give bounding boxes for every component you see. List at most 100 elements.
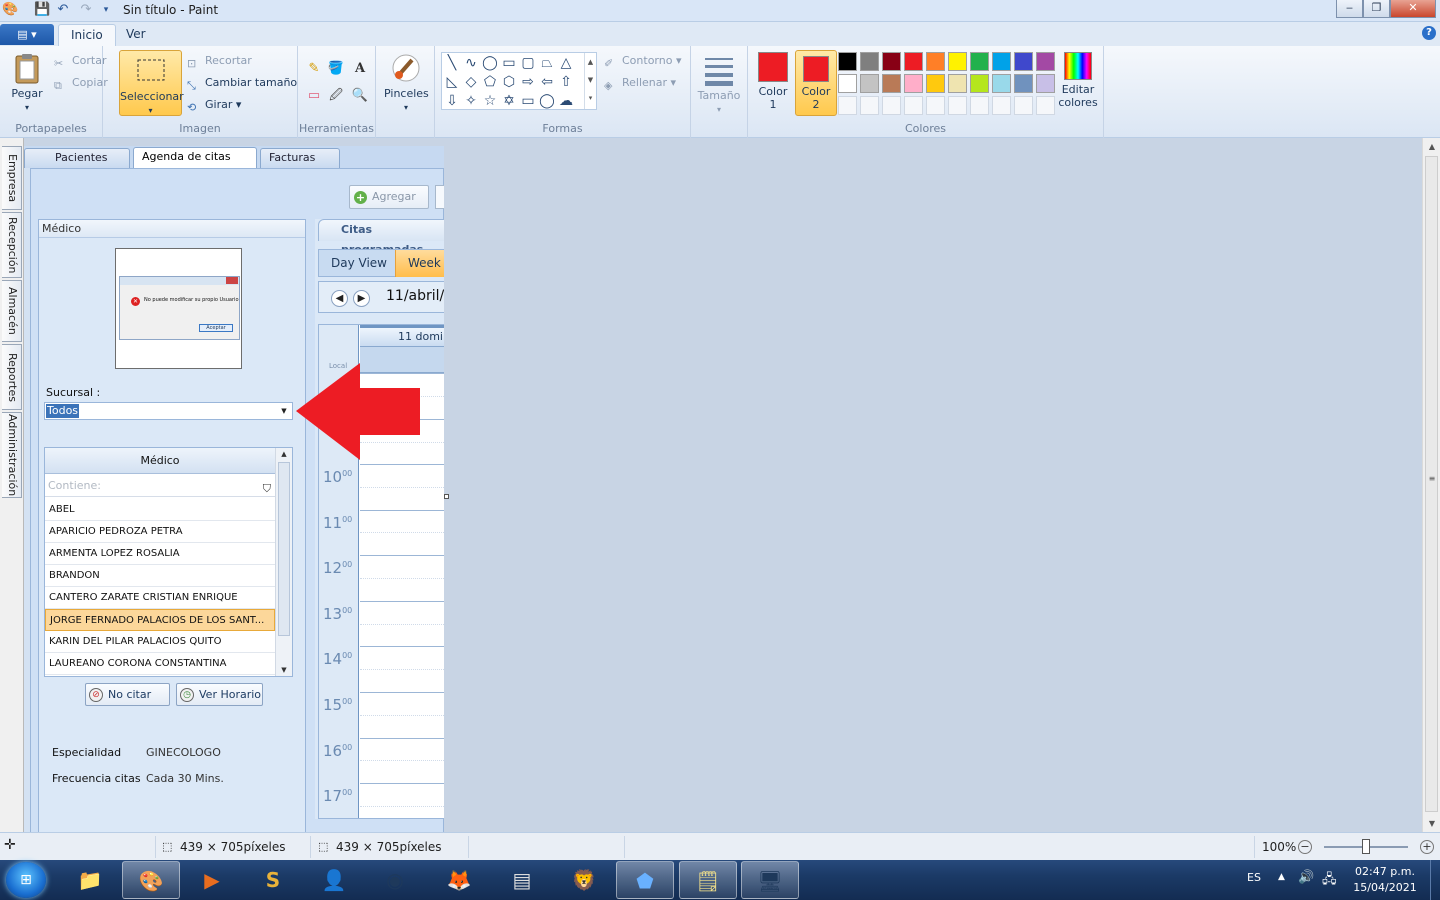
disk-tool-icon[interactable]: ▤ [493, 861, 551, 899]
side-tab-administracion[interactable]: Administración [2, 412, 22, 498]
grid-row[interactable]: LAUREANO CORONA CONSTANTINA [45, 653, 275, 675]
color1-button[interactable]: Color 1 [752, 50, 794, 116]
pasted-image[interactable]: Pacientes✕ Agenda de citas✕ Facturas✕ +A… [24, 146, 444, 833]
palette-swatch[interactable] [860, 96, 879, 115]
palette-swatch[interactable] [926, 74, 945, 93]
teamviewer-icon[interactable]: ⬟ [616, 861, 674, 899]
edit-colors-button[interactable]: Editar colores [1056, 52, 1100, 109]
color2-button[interactable]: Color 2 [795, 50, 837, 116]
grid-row[interactable]: ARMENTA LOPEZ ROSALIA [45, 543, 275, 565]
callout-rect-shape-icon[interactable]: ▭ [520, 93, 536, 109]
doc-tab-agenda[interactable]: Agenda de citas✕ [133, 147, 257, 181]
clock[interactable]: 02:47 p.m. 15/04/2021 [1350, 864, 1420, 896]
redo-icon[interactable]: ↷ [78, 2, 94, 18]
side-tab-reportes[interactable]: Reportes [2, 344, 22, 410]
rotate-button[interactable]: ⟲ Girar ▾ [187, 98, 241, 115]
palette-swatch[interactable] [904, 74, 923, 93]
brushes-button[interactable]: Pinceles ▾ [384, 52, 429, 113]
copy-button[interactable]: ⧉ Copiar [54, 76, 108, 93]
resize-button[interactable]: ⤡ Cambiar tamaño [187, 76, 297, 93]
filter-input[interactable]: Contiene: ⛉ [45, 475, 275, 497]
five-point-star-shape-icon[interactable]: ☆ [482, 93, 498, 109]
curve-shape-icon[interactable]: ∿ [463, 55, 479, 71]
right-arrow-shape-icon[interactable]: ⇨ [520, 74, 536, 90]
zoom-out-icon[interactable]: − [1298, 840, 1312, 854]
rectangle-shape-icon[interactable]: ▭ [501, 55, 517, 71]
grid-header[interactable]: Médico [45, 448, 275, 474]
callout-cloud-shape-icon[interactable]: ☁ [558, 93, 574, 109]
minimize-button[interactable]: ‒ [1336, 0, 1363, 18]
palette-swatch[interactable] [1014, 52, 1033, 71]
palette-swatch[interactable] [860, 52, 879, 71]
color-picker-icon[interactable]: 🖉 [326, 86, 346, 106]
chevron-down-icon[interactable]: ▼ [276, 403, 292, 419]
canvas-vertical-scrollbar[interactable]: ▲ ≡ ▼ [1422, 138, 1440, 832]
line-shape-icon[interactable]: ╲ [444, 55, 460, 71]
triangle-shape-icon[interactable]: △ [558, 55, 574, 71]
citas-tab[interactable]: Citas programadas [318, 219, 444, 256]
crop-button[interactable]: ⊡ Recortar [187, 54, 252, 71]
help-icon[interactable]: ? [1422, 26, 1436, 40]
palette-swatch[interactable] [970, 96, 989, 115]
pencil-icon[interactable]: ✎ [304, 59, 324, 79]
no-citar-button[interactable]: ⊘ No citar [85, 683, 170, 706]
palette-swatch[interactable] [838, 74, 857, 93]
palette-swatch[interactable] [882, 52, 901, 71]
palette-swatch[interactable] [1014, 96, 1033, 115]
show-hidden-icons-icon[interactable]: ▲ [1278, 872, 1285, 882]
palette-swatch[interactable] [1036, 96, 1055, 115]
chrome-icon[interactable]: ◉ [366, 861, 424, 899]
language-indicator[interactable]: ES [1247, 871, 1261, 884]
eraser-icon[interactable]: ▭ [304, 86, 324, 106]
palette-swatch[interactable] [838, 52, 857, 71]
right-triangle-shape-icon[interactable]: ◺ [444, 74, 460, 90]
add-button[interactable]: + Agregar [349, 185, 429, 209]
tab-inicio[interactable]: Inicio [58, 24, 116, 46]
user-app-icon[interactable]: 👤 [305, 861, 363, 899]
scroll-down-icon[interactable]: ▼ [1426, 819, 1438, 828]
grid-row[interactable]: CANTERO ZARATE CRISTIAN ENRIQUE [45, 587, 275, 609]
palette-swatch[interactable] [926, 96, 945, 115]
cut-button[interactable]: ✂ Cortar [54, 54, 107, 71]
palette-swatch[interactable] [860, 74, 879, 93]
zoom-slider-thumb[interactable] [1362, 839, 1370, 854]
save-icon[interactable]: 💾 [34, 2, 50, 18]
palette-swatch[interactable] [992, 52, 1011, 71]
paint-menu-button[interactable]: ▤ ▾ [0, 24, 54, 45]
palette-swatch[interactable] [882, 74, 901, 93]
palette-swatch[interactable] [904, 52, 923, 71]
scroll-down-icon[interactable]: ▼ [276, 666, 292, 674]
zoom-in-icon[interactable]: + [1420, 840, 1434, 854]
palette-swatch[interactable] [948, 96, 967, 115]
week-view-tab[interactable]: Week V [395, 250, 444, 297]
doc-tab-facturas[interactable]: Facturas✕ [260, 148, 340, 182]
grid-row[interactable]: KARIN DEL PILAR PALACIOS QUITO [45, 631, 275, 653]
undo-icon[interactable]: ↶ [55, 2, 71, 18]
hexagon-shape-icon[interactable]: ⬡ [501, 74, 517, 90]
sublime-text-icon[interactable]: S [244, 861, 302, 899]
palette-swatch[interactable] [970, 74, 989, 93]
firefox-icon[interactable]: 🦊 [430, 861, 488, 899]
doc-tab-pacientes[interactable]: Pacientes✕ [24, 148, 130, 182]
sticky-notes-icon[interactable]: 🗒 [679, 861, 737, 899]
palette-swatch[interactable] [904, 96, 923, 115]
resize-handle[interactable] [444, 494, 449, 499]
diamond-shape-icon[interactable]: ◇ [463, 74, 479, 90]
palette-swatch[interactable] [1036, 52, 1055, 71]
up-arrow-shape-icon[interactable]: ⇧ [558, 74, 574, 90]
palette-swatch[interactable] [1014, 74, 1033, 93]
paste-button[interactable]: Pegar ▾ [6, 52, 48, 113]
scroll-up-icon[interactable]: ▲ [276, 450, 292, 458]
scroll-thumb[interactable] [278, 462, 290, 636]
paint-taskbar-icon[interactable]: 🎨 [122, 861, 180, 899]
grid-row[interactable]: JORGE FERNADO PALACIOS DE LOS SANT... [45, 609, 275, 631]
outline-button[interactable]: ✐ Contorno ▾ [604, 54, 682, 71]
customize-toolbar-icon[interactable]: ▾ [98, 2, 114, 18]
left-arrow-shape-icon[interactable]: ⇦ [539, 74, 555, 90]
file-explorer-icon[interactable]: 📁 [61, 861, 119, 899]
palette-swatch[interactable] [992, 74, 1011, 93]
media-player-icon[interactable]: ▶ [183, 861, 241, 899]
ver-horario-button[interactable]: ◷ Ver Horario [176, 683, 263, 706]
brave-icon[interactable]: 🦁 [555, 861, 613, 899]
paint-app-icon[interactable]: 🎨 [2, 2, 18, 18]
